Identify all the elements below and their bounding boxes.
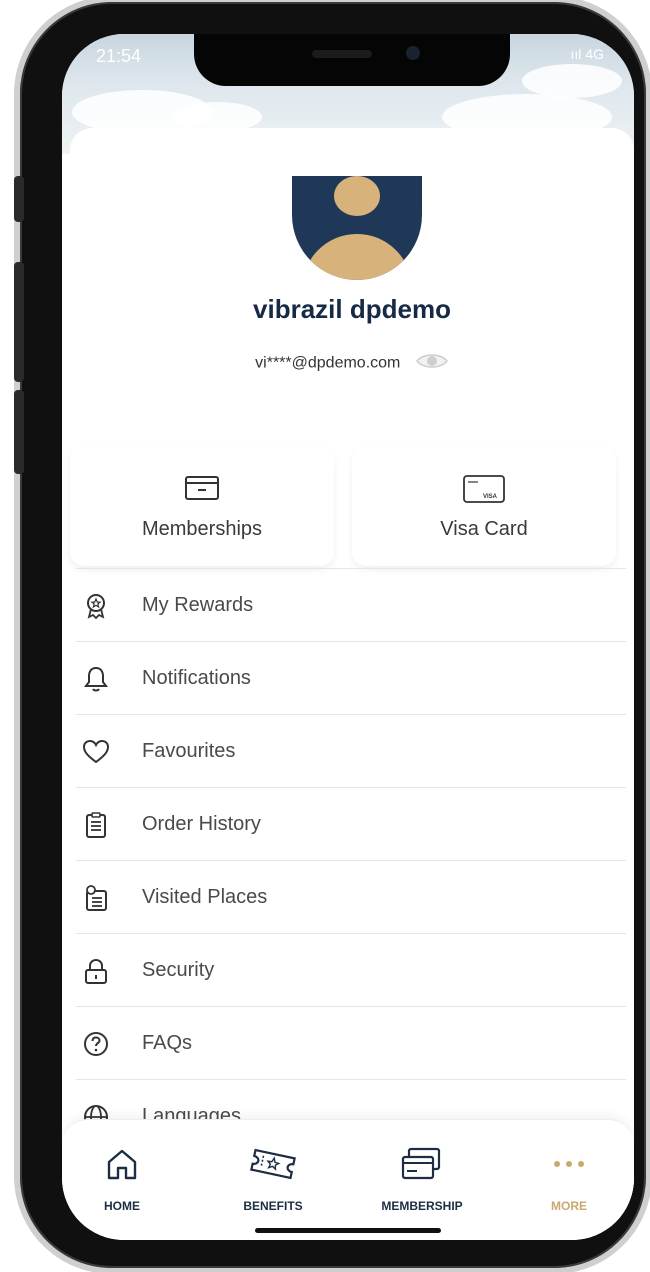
cards-icon xyxy=(366,1146,478,1182)
menu-item-order-history[interactable]: Order History xyxy=(70,789,626,862)
ticket-icon xyxy=(218,1146,328,1182)
dots-icon xyxy=(524,1146,614,1182)
profile-card: vibrazil dpdemo vi****@dpdemo.com Member… xyxy=(70,128,634,1240)
user-email: vi****@dpdemo.com xyxy=(255,354,401,372)
tab-label: BENEFITS xyxy=(243,1199,303,1213)
visa-card-label: Visa Card xyxy=(440,518,528,540)
lock-icon xyxy=(82,957,110,985)
status-signal: ııl 4G xyxy=(570,46,604,62)
eye-icon[interactable] xyxy=(415,350,449,377)
notch xyxy=(194,34,510,86)
menu-label: Order History xyxy=(142,813,261,835)
mute-switch xyxy=(14,176,24,222)
tab-label: HOME xyxy=(104,1199,140,1213)
tab-label: MEMBERSHIP xyxy=(381,1199,463,1213)
menu-item-favourites[interactable]: Favourites xyxy=(70,716,626,789)
membership-card-icon xyxy=(70,474,334,504)
place-list-icon xyxy=(82,884,110,912)
menu-item-my-rewards[interactable]: My Rewards xyxy=(70,570,626,643)
menu-item-faqs[interactable]: FAQs xyxy=(70,1008,626,1081)
reward-badge-icon xyxy=(82,592,110,620)
menu-label: My Rewards xyxy=(142,594,254,616)
menu-item-visited-places[interactable]: Visited Places xyxy=(70,862,626,935)
volume-down-button xyxy=(14,390,24,474)
menu-label: Security xyxy=(142,959,215,981)
app-screen: 21:54 ııl 4G vibrazil dpdemo vi****@dpde… xyxy=(62,34,634,1240)
home-icon xyxy=(72,1146,172,1182)
visa-card-icon: VISA xyxy=(352,474,616,504)
home-indicator xyxy=(255,1228,441,1233)
menu-label: Visited Places xyxy=(142,886,268,908)
menu-item-notifications[interactable]: Notifications xyxy=(70,643,626,716)
user-email-row: vi****@dpdemo.com xyxy=(70,350,634,377)
menu-label: Favourites xyxy=(142,740,236,762)
bottom-tab-bar: HOME BENEFITS MEMBERSHIP MORE xyxy=(62,1119,634,1240)
status-time: 21:54 xyxy=(96,46,142,66)
menu-label: FAQs xyxy=(142,1032,193,1054)
visa-card-tile[interactable]: VISA Visa Card xyxy=(352,446,616,566)
tab-more[interactable]: MORE xyxy=(524,1120,614,1213)
menu-item-security[interactable]: Security xyxy=(70,935,626,1008)
question-circle-icon xyxy=(82,1030,110,1058)
tab-label: MORE xyxy=(551,1199,587,1213)
memberships-label: Memberships xyxy=(141,518,263,540)
tab-benefits[interactable]: BENEFITS xyxy=(218,1120,328,1213)
menu-label: Notifications xyxy=(142,667,251,689)
tab-membership[interactable]: MEMBERSHIP xyxy=(366,1120,478,1213)
user-name: vibrazil dpdemo xyxy=(253,294,451,324)
divider xyxy=(76,568,626,569)
avatar[interactable] xyxy=(292,176,422,280)
volume-up-button xyxy=(14,262,24,382)
bell-icon xyxy=(82,665,110,693)
visa-badge: VISA xyxy=(483,494,498,500)
clipboard-list-icon xyxy=(82,811,110,839)
memberships-tile[interactable]: Memberships xyxy=(70,446,334,566)
tab-home[interactable]: HOME xyxy=(72,1120,172,1213)
heart-icon xyxy=(82,738,110,766)
